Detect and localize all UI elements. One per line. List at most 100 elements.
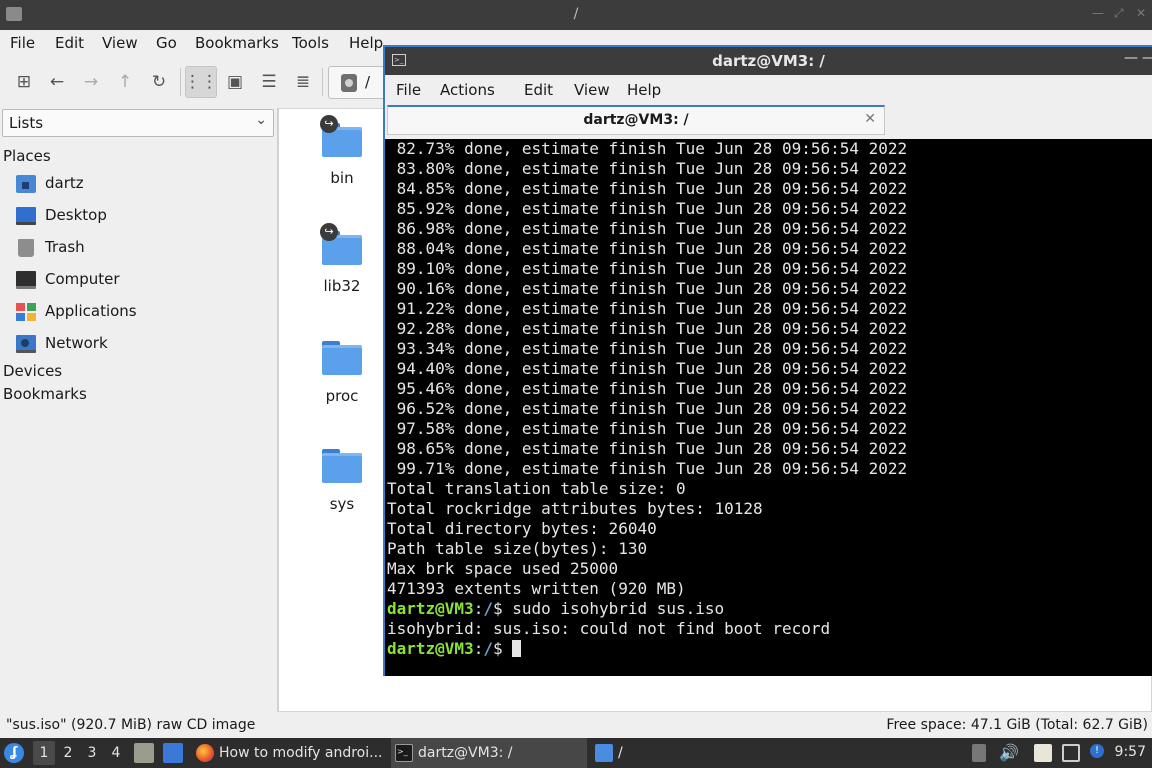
task-label: / [618, 745, 623, 761]
menu-help[interactable]: Help [627, 81, 661, 99]
detailed-list-view-icon[interactable]: ≣ [291, 70, 315, 94]
firefox-icon [196, 744, 214, 762]
folder-item-lib32[interactable]: ↪ lib32 [307, 223, 377, 303]
task-file-manager[interactable]: / [591, 738, 651, 768]
path-bar[interactable]: / [328, 66, 388, 99]
prompt-path: / [483, 639, 493, 658]
path-segment-root[interactable]: / [365, 73, 370, 91]
text-cursor [512, 640, 522, 657]
maximize-icon[interactable]: ⤢ [1114, 6, 1124, 21]
show-desktop-icon[interactable] [163, 743, 183, 763]
sidebar-item-applications[interactable]: Applications [16, 301, 266, 325]
minimize-icon[interactable]: — [1092, 6, 1104, 20]
workspace-3[interactable]: 3 [81, 741, 103, 765]
back-icon[interactable]: ← [45, 70, 69, 94]
devices-heading[interactable]: Devices [3, 362, 62, 380]
folder-item-proc[interactable]: proc [307, 333, 377, 413]
volume-icon[interactable]: 🔊 [999, 744, 1019, 762]
side-panel-mode-value: Lists [9, 114, 44, 132]
update-notifier-icon[interactable] [972, 744, 986, 762]
output-line: 88.04% done, estimate finish Tue Jun 28 … [387, 239, 908, 258]
terminal-window: >_ dartz@VM3: / — — File Actions Edit Vi… [383, 45, 1152, 676]
compact-view-icon[interactable]: ☰ [257, 70, 281, 94]
clock[interactable]: 9:57 [1115, 744, 1146, 760]
task-terminal[interactable]: >_ dartz@VM3: / [391, 738, 587, 768]
menu-file[interactable]: File [396, 81, 421, 99]
folder-name: sys [329, 495, 355, 513]
sidebar-item-home[interactable]: dartz [16, 173, 266, 197]
file-manager-launcher-icon[interactable] [134, 743, 154, 763]
folder-item-sys[interactable]: sys [307, 441, 377, 521]
output-line: 95.46% done, estimate finish Tue Jun 28 … [387, 379, 908, 398]
free-space-status: Free space: 47.1 GiB (Total: 62.7 GiB) [886, 717, 1148, 733]
menu-view[interactable]: View [574, 81, 610, 99]
icon-view-icon[interactable]: ⋮⋮ [184, 66, 218, 98]
maximize-icon[interactable]: — [1142, 50, 1152, 66]
output-line: 98.65% done, estimate finish Tue Jun 28 … [387, 439, 908, 458]
notification-icon[interactable]: ! [1090, 744, 1104, 758]
side-panel-mode-select[interactable]: Lists ⌄ [2, 109, 274, 137]
terminal-menubar: File Actions Edit View Help [385, 77, 1152, 103]
terminal-tab[interactable]: dartz@VM3: / ✕ [387, 105, 885, 135]
prompt-symbol: $ [492, 639, 503, 658]
thumbnail-view-icon[interactable]: ▣ [223, 70, 247, 94]
computer-icon [16, 271, 36, 289]
chevron-down-icon: ⌄ [255, 112, 267, 128]
file-manager-titlebar[interactable]: / — ⤢ ✕ [0, 0, 1152, 30]
close-icon[interactable]: ✕ [1136, 6, 1146, 20]
menu-tools[interactable]: Tools [292, 34, 329, 52]
output-line: 96.52% done, estimate finish Tue Jun 28 … [387, 399, 908, 418]
active-prompt-line[interactable]: dartz@VM3:/$ [387, 639, 1152, 659]
menu-view[interactable]: View [102, 34, 138, 52]
reload-icon[interactable]: ↻ [147, 70, 171, 94]
trash-icon [18, 239, 34, 257]
up-icon[interactable]: ↑ [113, 70, 137, 94]
prompt-symbol: $ [492, 599, 503, 618]
task-label: dartz@VM3: / [418, 745, 513, 761]
output-line: 90.16% done, estimate finish Tue Jun 28 … [387, 279, 908, 298]
command-text: sudo isohybrid sus.iso [502, 599, 725, 618]
clipboard-icon[interactable] [1034, 744, 1052, 762]
terminal-titlebar[interactable]: >_ dartz@VM3: / — — [385, 47, 1152, 75]
workspace-1[interactable]: 1 [33, 741, 55, 765]
start-menu-button[interactable]: ʆ [4, 738, 28, 768]
menu-go[interactable]: Go [156, 34, 177, 52]
output-line: Max brk space used 25000 [387, 559, 619, 578]
error-line: isohybrid: sus.iso: could not find boot … [387, 619, 831, 638]
output-line: 97.58% done, estimate finish Tue Jun 28 … [387, 419, 908, 438]
new-window-icon[interactable]: ⊞ [12, 70, 36, 94]
selection-status: "sus.iso" (920.7 MiB) raw CD image [6, 717, 256, 733]
sidebar-item-computer[interactable]: Computer [16, 269, 266, 293]
sidebar-item-label: Applications [45, 302, 137, 320]
workspace-4[interactable]: 4 [105, 741, 127, 765]
menu-help[interactable]: Help [349, 34, 383, 52]
prompt-path: / [483, 599, 493, 618]
menu-file[interactable]: File [10, 34, 35, 52]
workspace-2[interactable]: 2 [57, 741, 79, 765]
folder-icon [595, 744, 613, 762]
folder-item-bin[interactable]: ↪ bin [307, 115, 377, 195]
statusbar: "sus.iso" (920.7 MiB) raw CD image Free … [0, 714, 1152, 736]
sidebar-item-network[interactable]: Network [16, 333, 266, 357]
lubuntu-logo-icon: ʆ [4, 743, 24, 763]
bookmarks-heading[interactable]: Bookmarks [3, 385, 87, 403]
task-label: How to modify androi... [219, 745, 383, 761]
sidebar-item-trash[interactable]: Trash [16, 237, 266, 261]
places-heading[interactable]: Places [3, 147, 51, 165]
symlink-icon: ↪ [320, 115, 338, 133]
menu-edit[interactable]: Edit [524, 81, 553, 99]
minimize-icon[interactable]: — [1124, 50, 1138, 66]
menu-bookmarks[interactable]: Bookmarks [195, 34, 279, 52]
toolbar-separator [322, 68, 323, 96]
sidebar-item-desktop[interactable]: Desktop [16, 205, 266, 229]
terminal-output[interactable]: 82.73% done, estimate finish Tue Jun 28 … [385, 139, 1152, 676]
output-line: Total translation table size: 0 [387, 479, 686, 498]
sidebar-item-label: Trash [45, 238, 85, 256]
menu-edit[interactable]: Edit [55, 34, 84, 52]
output-line: 85.92% done, estimate finish Tue Jun 28 … [387, 199, 908, 218]
task-firefox[interactable]: How to modify androi... [192, 738, 387, 768]
forward-icon[interactable]: → [79, 70, 103, 94]
network-status-icon[interactable] [1062, 744, 1080, 762]
menu-actions[interactable]: Actions [440, 81, 495, 99]
close-tab-icon[interactable]: ✕ [864, 111, 876, 127]
